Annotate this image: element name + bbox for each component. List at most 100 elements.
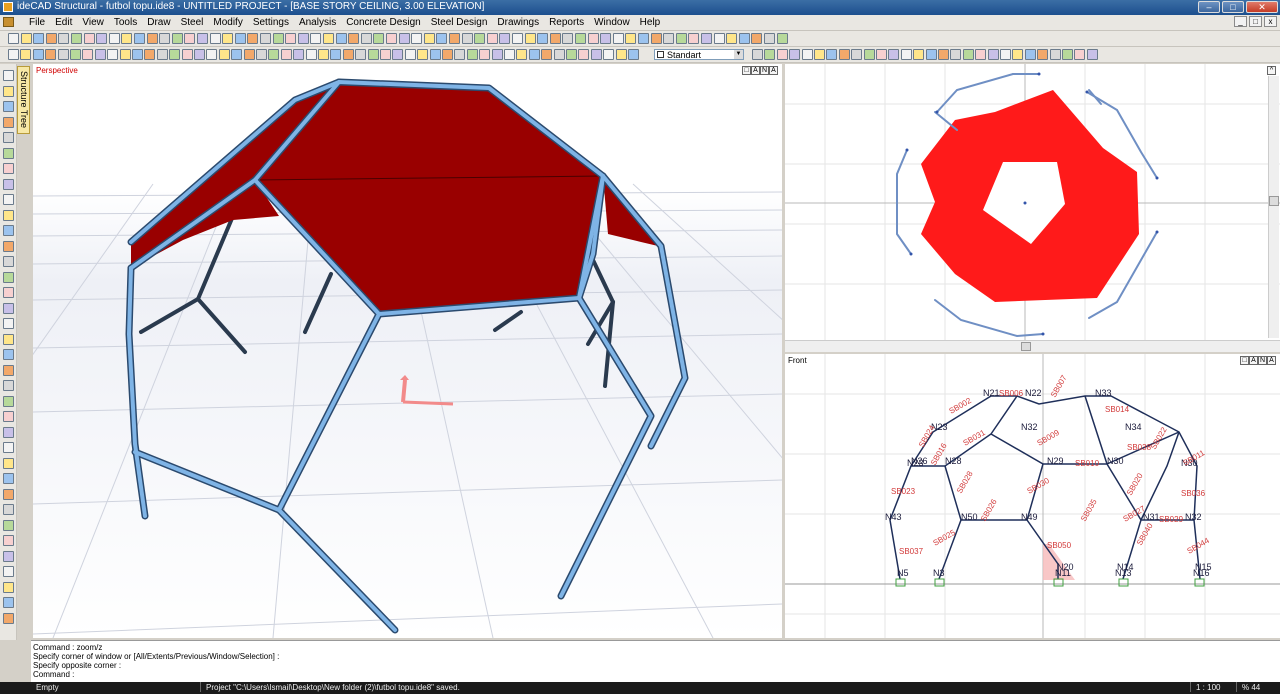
column-icon[interactable] (541, 49, 553, 60)
new-icon[interactable] (3, 85, 14, 97)
menu-tools[interactable]: Tools (109, 16, 142, 29)
rotate-icon[interactable] (107, 49, 119, 60)
beam-icon[interactable] (360, 33, 372, 44)
rotate-icon[interactable] (305, 49, 317, 60)
app-icon[interactable] (603, 49, 615, 60)
plan-viewport[interactable]: ^ (785, 64, 1280, 352)
line-icon[interactable] (913, 49, 925, 60)
axis-icon[interactable] (3, 550, 14, 562)
axis-icon[interactable] (590, 49, 602, 60)
zoom-icon[interactable] (83, 33, 95, 44)
undo-icon[interactable] (58, 33, 70, 44)
axis-icon[interactable] (197, 33, 208, 44)
wall-icon[interactable] (181, 49, 193, 60)
beam-icon[interactable] (355, 49, 367, 60)
menu-settings[interactable]: Settings (248, 16, 294, 29)
column-icon[interactable] (751, 33, 763, 44)
line-icon[interactable] (119, 49, 131, 60)
menu-edit[interactable]: Edit (50, 16, 77, 29)
undo-icon[interactable] (256, 49, 267, 60)
viewport-btn[interactable]: □ (1240, 356, 1249, 365)
menu-concrete-design[interactable]: Concrete Design (341, 16, 425, 29)
menu-modify[interactable]: Modify (208, 16, 247, 29)
menu-steel-design[interactable]: Steel Design (426, 16, 493, 29)
pan-icon[interactable] (3, 178, 14, 190)
wall-icon[interactable] (3, 535, 14, 546)
grid-icon[interactable] (132, 49, 143, 60)
app-icon[interactable] (411, 33, 423, 44)
menu-file[interactable]: File (24, 16, 50, 29)
open-icon[interactable] (1024, 49, 1036, 60)
zoom-icon[interactable] (3, 163, 14, 174)
rotate-icon[interactable] (3, 442, 14, 453)
wall-icon[interactable] (776, 49, 788, 60)
zoom-icon[interactable] (486, 33, 498, 44)
slab-icon[interactable] (169, 49, 181, 60)
redo-icon[interactable] (474, 33, 486, 44)
undo-icon[interactable] (1049, 49, 1061, 60)
command-window[interactable]: Command : zoom/z Specify corner of windo… (31, 640, 1280, 682)
app-icon[interactable] (206, 49, 218, 60)
zoom-icon[interactable] (3, 411, 14, 422)
scroll-thumb[interactable] (1021, 342, 1031, 351)
axis-icon[interactable] (789, 49, 801, 60)
grid-icon[interactable] (537, 33, 549, 44)
column-icon[interactable] (342, 49, 354, 60)
line-icon[interactable] (516, 49, 528, 60)
menu-view[interactable]: View (77, 16, 109, 29)
rotate-icon[interactable] (900, 49, 912, 60)
pan-icon[interactable] (297, 33, 309, 44)
axis-icon[interactable] (398, 33, 410, 44)
beam-icon[interactable] (159, 33, 171, 44)
viewport-btn[interactable]: A (769, 66, 778, 75)
undo-icon[interactable] (663, 33, 675, 44)
pan-icon[interactable] (491, 49, 503, 60)
grid-icon[interactable] (738, 33, 750, 44)
redo-icon[interactable] (70, 49, 81, 60)
redo-icon[interactable] (71, 33, 82, 44)
open-icon[interactable] (3, 597, 14, 608)
beam-icon[interactable] (764, 33, 775, 44)
rotate-icon[interactable] (108, 33, 120, 44)
grid-icon[interactable] (3, 473, 14, 484)
new-icon[interactable] (20, 33, 32, 44)
viewport-btn[interactable]: N (1258, 356, 1267, 365)
doc-close-button[interactable]: x (1264, 16, 1277, 27)
axis-icon[interactable] (600, 33, 612, 44)
save-icon[interactable] (650, 33, 662, 44)
zoom-icon[interactable] (285, 33, 297, 44)
undo-icon[interactable] (461, 33, 473, 44)
slab-icon[interactable] (3, 519, 14, 531)
wall-icon[interactable] (578, 49, 590, 60)
column-icon[interactable] (146, 33, 158, 44)
save-icon[interactable] (3, 116, 14, 128)
redo-icon[interactable] (272, 33, 284, 44)
column-icon[interactable] (3, 488, 14, 500)
rotate-icon[interactable] (3, 194, 14, 205)
save-icon[interactable] (247, 33, 259, 44)
new-icon[interactable] (3, 581, 14, 593)
line-icon[interactable] (121, 33, 133, 44)
rotate-icon[interactable] (504, 49, 515, 60)
wall-icon[interactable] (975, 49, 987, 60)
save-icon[interactable] (449, 33, 460, 44)
app-icon[interactable] (404, 49, 416, 60)
maximize-viewport-button[interactable]: ^ (1267, 66, 1276, 75)
wall-icon[interactable] (386, 33, 397, 44)
redo-icon[interactable] (675, 33, 687, 44)
wall-icon[interactable] (184, 33, 196, 44)
column-icon[interactable] (3, 240, 14, 252)
close-button[interactable]: ✕ (1246, 1, 1278, 13)
grid-icon[interactable] (330, 49, 342, 60)
app-icon[interactable] (8, 33, 19, 44)
save-icon[interactable] (1037, 49, 1049, 60)
zoom-icon[interactable] (280, 49, 292, 60)
pan-icon[interactable] (3, 426, 14, 438)
save-icon[interactable] (3, 612, 14, 624)
save-icon[interactable] (838, 49, 850, 60)
grid-icon[interactable] (134, 33, 145, 44)
line-icon[interactable] (3, 457, 14, 469)
app-icon[interactable] (3, 566, 14, 577)
zoom-icon[interactable] (1074, 49, 1086, 60)
save-icon[interactable] (45, 33, 57, 44)
